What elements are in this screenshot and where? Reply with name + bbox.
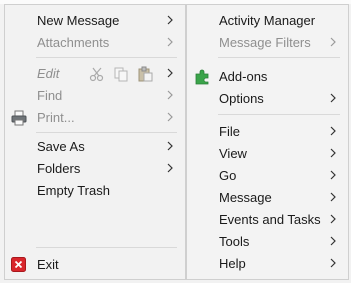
menu-item-label: Find	[37, 88, 63, 103]
chevron-right-icon	[166, 161, 175, 175]
menu-item-tools[interactable]: Tools	[187, 231, 348, 253]
menu-item-message-filters[interactable]: Message Filters	[187, 32, 348, 54]
menu-item-exit[interactable]: Exit	[5, 254, 185, 276]
menu-item-label: Empty Trash	[37, 183, 110, 198]
puzzle-piece-icon	[194, 69, 210, 88]
paste-icon[interactable]	[137, 66, 153, 82]
menu-item-view[interactable]: View	[187, 143, 348, 165]
menu-item-events-and-tasks[interactable]: Events and Tasks	[187, 209, 348, 231]
menu-item-label: Attachments	[37, 35, 110, 50]
menu-separator	[36, 57, 177, 58]
exit-icon	[11, 257, 26, 275]
app-menu-left-pane: New Message Attachments Edit Find Print.…	[4, 4, 186, 280]
menu-item-message[interactable]: Message	[187, 187, 348, 209]
menu-item-label: Tools	[219, 234, 250, 249]
menu-item-label: Save As	[37, 139, 85, 154]
chevron-right-icon	[166, 139, 175, 153]
app-menu-right-pane: Activity Manager Message Filters Add-ons…	[186, 4, 349, 280]
menu-item-activity-manager[interactable]: Activity Manager	[187, 10, 348, 32]
edit-icon-group	[89, 66, 159, 82]
menu-item-find[interactable]: Find	[5, 85, 185, 107]
chevron-right-icon	[166, 110, 175, 124]
chevron-right-icon	[329, 234, 338, 248]
menu-item-label: View	[219, 146, 247, 161]
menu-item-label: Events and Tasks	[219, 212, 321, 227]
chevron-right-icon	[166, 88, 175, 102]
menu-separator	[36, 247, 177, 248]
chevron-right-icon	[329, 124, 338, 138]
menu-separator	[218, 57, 340, 58]
menu-separator	[218, 114, 340, 115]
chevron-right-icon	[166, 35, 175, 49]
menu-item-attachments[interactable]: Attachments	[5, 32, 185, 54]
menu-item-save-as[interactable]: Save As	[5, 136, 185, 158]
menu-item-label: Print...	[37, 110, 75, 125]
menu-item-label: New Message	[37, 13, 120, 28]
menu-item-options[interactable]: Options	[187, 88, 348, 110]
chevron-right-icon	[329, 190, 338, 204]
menu-item-label: Message Filters	[219, 35, 311, 50]
menu-item-label: Message	[219, 190, 272, 205]
menu-item-addons[interactable]: Add-ons	[187, 66, 348, 88]
menu-item-edit[interactable]: Edit	[5, 63, 185, 85]
menu-item-empty-trash[interactable]: Empty Trash	[5, 180, 185, 202]
menu-item-label: Activity Manager	[219, 13, 316, 28]
chevron-right-icon	[329, 91, 338, 105]
menu-item-print[interactable]: Print...	[5, 107, 185, 129]
menu-item-file[interactable]: File	[187, 121, 348, 143]
menu-item-new-message[interactable]: New Message	[5, 10, 185, 32]
chevron-right-icon	[166, 66, 175, 80]
menu-item-label: File	[219, 124, 240, 139]
menu-item-label: Options	[219, 91, 264, 106]
menu-item-label: Add-ons	[219, 69, 268, 84]
chevron-right-icon	[329, 35, 338, 49]
chevron-right-icon	[329, 256, 338, 270]
menu-item-label: Folders	[37, 161, 81, 176]
menu-item-label: Help	[219, 256, 246, 271]
menu-item-label: Exit	[37, 257, 59, 272]
chevron-right-icon	[166, 13, 175, 27]
printer-icon	[11, 110, 27, 129]
menu-item-go[interactable]: Go	[187, 165, 348, 187]
menu-item-label: Go	[219, 168, 237, 183]
chevron-right-icon	[329, 212, 338, 226]
cut-icon[interactable]	[89, 66, 105, 82]
menu-item-help[interactable]: Help	[187, 253, 348, 275]
copy-icon[interactable]	[113, 66, 129, 82]
chevron-right-icon	[329, 146, 338, 160]
menu-separator	[36, 132, 177, 133]
menu-item-label: Edit	[37, 66, 60, 81]
chevron-right-icon	[329, 168, 338, 182]
menu-item-folders[interactable]: Folders	[5, 158, 185, 180]
